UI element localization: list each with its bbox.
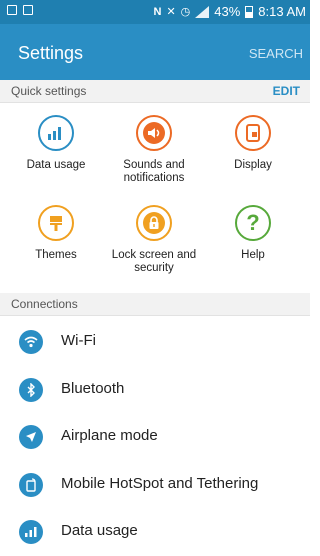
- list-item-data-usage[interactable]: Data usage: [0, 508, 310, 556]
- list-item-label: Airplane mode: [61, 427, 158, 444]
- connections-label: Connections: [11, 297, 78, 311]
- wifi-icon: [19, 330, 43, 354]
- alarm-icon: ◷: [180, 6, 191, 18]
- quick-tile-label: Data usage: [26, 159, 86, 171]
- quick-tile-help[interactable]: ? Help: [205, 205, 301, 262]
- hotspot-icon: [19, 473, 43, 497]
- list-item-hotspot[interactable]: Mobile HotSpot and Tethering: [0, 461, 310, 509]
- notification-icon: [7, 5, 17, 15]
- bluetooth-icon: [19, 378, 43, 402]
- nfc-icon: N: [153, 5, 162, 18]
- bar-chart-icon: [38, 115, 74, 151]
- quick-settings-header: Quick settings EDIT: [0, 80, 310, 103]
- signal-icon: [195, 5, 210, 18]
- quick-settings-label: Quick settings: [11, 84, 87, 98]
- status-bar: N ✕ ◷ 43% 8:13 AM: [0, 0, 310, 24]
- speaker-icon: [136, 115, 172, 151]
- clock: 8:13 AM: [258, 4, 306, 19]
- list-item-label: Wi-Fi: [61, 332, 96, 349]
- lock-icon: [136, 205, 172, 241]
- quick-tile-data-usage[interactable]: Data usage: [8, 115, 104, 172]
- app-bar: Settings SEARCH: [0, 24, 310, 80]
- paintbrush-icon: [38, 205, 74, 241]
- quick-tile-sounds[interactable]: Sounds and notifications: [106, 115, 202, 185]
- airplane-icon: [19, 425, 43, 449]
- quick-tile-lock-screen[interactable]: Lock screen and security: [106, 205, 202, 275]
- mute-icon: ✕: [166, 6, 176, 18]
- display-icon: [235, 115, 271, 151]
- quick-tile-label: Themes: [35, 249, 77, 261]
- list-item-airplane-mode[interactable]: Airplane mode: [0, 413, 310, 461]
- list-item-label: Data usage: [61, 522, 138, 539]
- connections-header: Connections: [0, 293, 310, 316]
- quick-tile-display[interactable]: Display: [205, 115, 301, 172]
- quick-tile-label: Lock screen and security: [111, 249, 197, 274]
- list-item-label: Bluetooth: [61, 380, 125, 397]
- page-title: Settings: [18, 43, 84, 63]
- edit-button[interactable]: EDIT: [273, 84, 300, 98]
- bar-chart-icon: [19, 520, 43, 544]
- quick-tile-label: Display: [234, 159, 272, 171]
- list-item-label: Mobile HotSpot and Tethering: [61, 475, 259, 492]
- search-button[interactable]: SEARCH: [249, 46, 303, 61]
- battery-percent: 43%: [214, 4, 241, 19]
- image-icon: [23, 5, 33, 15]
- battery-icon: [245, 5, 254, 18]
- question-icon: ?: [235, 205, 271, 241]
- list-item-bluetooth[interactable]: Bluetooth: [0, 366, 310, 414]
- quick-tile-label: Help: [241, 249, 265, 261]
- list-item-wifi[interactable]: Wi-Fi: [0, 318, 310, 366]
- quick-tile-themes[interactable]: Themes: [8, 205, 104, 262]
- quick-tile-label: Sounds and notifications: [123, 159, 185, 184]
